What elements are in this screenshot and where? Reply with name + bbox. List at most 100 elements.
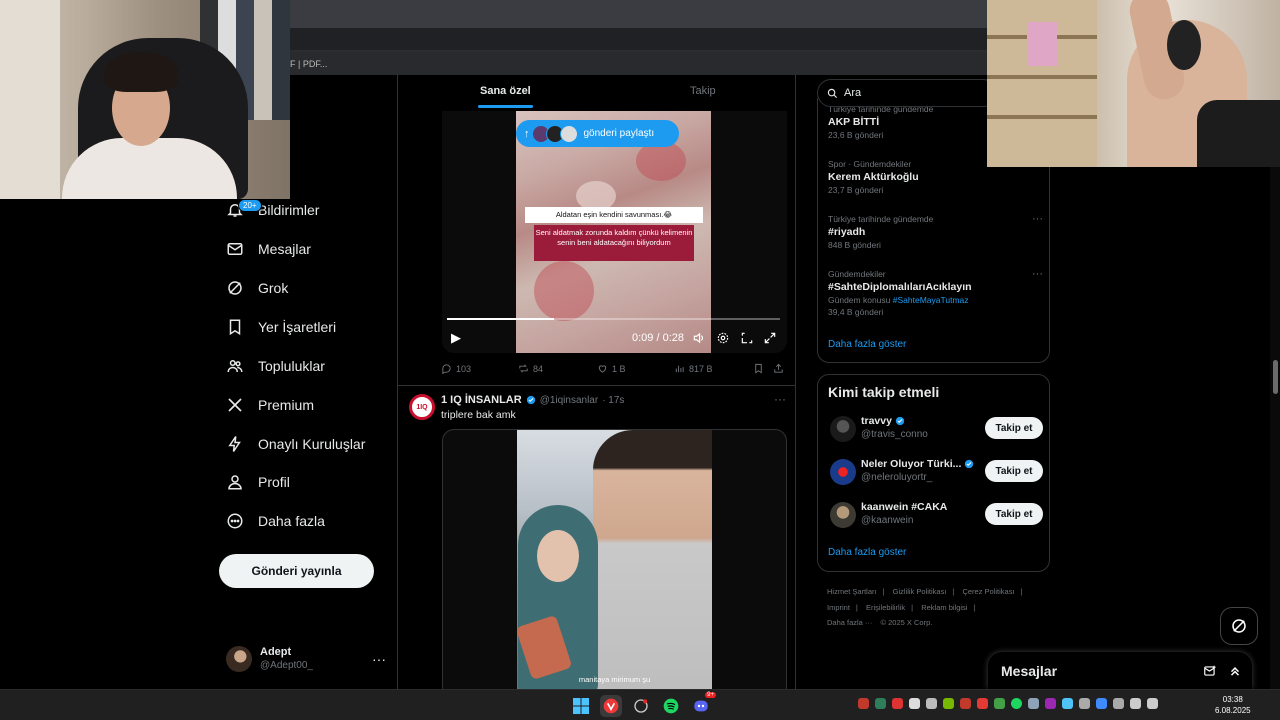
account-name: Adept (260, 646, 292, 658)
tweet-timestamp[interactable]: · 17s (602, 395, 624, 406)
steam-icon[interactable] (1028, 698, 1039, 709)
nav-bookmarks[interactable]: Yer İşaretleri (226, 311, 336, 343)
footer-accessibility-link[interactable]: Erişilebilirlik (866, 603, 905, 612)
video-progress-bar[interactable] (447, 318, 780, 320)
tray-app-icon[interactable] (977, 698, 988, 709)
scrollbar-thumb[interactable] (1273, 360, 1278, 394)
reply-button[interactable]: 103 (441, 363, 471, 374)
repost-button[interactable]: 84 (518, 363, 543, 374)
footer-privacy-link[interactable]: Gizlilik Politikası (893, 587, 947, 596)
picture-in-picture-icon[interactable] (740, 331, 754, 345)
trend-item[interactable]: Türkiye tarihinde gündemde #riyadh 848 B… (828, 213, 1043, 251)
tray-app-icon[interactable] (1062, 698, 1073, 709)
tray-app-icon[interactable] (875, 698, 886, 709)
follow-button[interactable]: Takip et (985, 503, 1043, 525)
footer-tos-link[interactable]: Hizmet Şartları (827, 587, 877, 596)
follow-suggestion[interactable]: Neler Oluyor Türki... @neleroluyortr_ Ta… (828, 457, 1043, 487)
reposted-by-pill[interactable]: ↑ gönderi paylaştı (516, 120, 679, 147)
follow-button[interactable]: Takip et (985, 417, 1043, 439)
tray-app-icon[interactable] (960, 698, 971, 709)
nav-more-label: Daha fazla (258, 513, 325, 529)
avatar[interactable] (830, 416, 856, 442)
nav-grok[interactable]: Grok (226, 272, 288, 304)
video-player[interactable]: manitaya mirimum şu (442, 429, 787, 689)
windows-start-icon[interactable] (570, 695, 592, 717)
account-more-icon[interactable]: ··· (372, 651, 386, 667)
follow-suggestion[interactable]: kaanwein #CAKA @kaanwein Takip et (828, 500, 1043, 530)
nav-profile[interactable]: Profil (226, 466, 290, 498)
tray-app-icon[interactable] (994, 698, 1005, 709)
tray-app-icon[interactable] (1045, 698, 1056, 709)
grok-floating-button[interactable] (1220, 607, 1258, 645)
page-scrollbar[interactable] (1270, 75, 1280, 689)
nav-premium[interactable]: Premium (226, 389, 314, 421)
heart-icon (598, 365, 607, 373)
like-button[interactable]: 1 B (597, 363, 626, 374)
footer-ads-link[interactable]: Reklam bilgisi (921, 603, 967, 612)
nav-messages[interactable]: Mesajlar (226, 233, 311, 265)
footer-more-link[interactable]: Daha fazla ··· (827, 618, 872, 627)
volume-icon[interactable] (1147, 698, 1158, 709)
tweet-more-icon[interactable]: ··· (774, 392, 786, 406)
nav-communities[interactable]: Topluluklar (226, 350, 325, 382)
tweet-author-name[interactable]: 1 IQ İNSANLAR (441, 394, 522, 406)
tray-app-icon[interactable] (909, 698, 920, 709)
discord-icon[interactable]: 9+ (690, 692, 716, 717)
footer-cookies-link[interactable]: Çerez Politikası (962, 587, 1014, 596)
tray-app-icon[interactable] (926, 698, 937, 709)
avatar[interactable] (830, 502, 856, 528)
nvidia-icon[interactable] (943, 698, 954, 709)
spotify-tray-icon[interactable] (1011, 698, 1022, 709)
browser-address-bar[interactable] (290, 28, 990, 50)
network-icon[interactable] (1130, 698, 1141, 709)
microphone-icon[interactable] (1113, 698, 1124, 709)
video-player[interactable]: ↑ gönderi paylaştı Aldatan eşin kendini … (442, 111, 787, 353)
account-switcher[interactable]: Adept @Adept00_ ··· (226, 643, 386, 675)
avatar[interactable] (830, 459, 856, 485)
footer-imprint-link[interactable]: Imprint (827, 603, 850, 612)
who-to-follow-show-more-link[interactable]: Daha fazla göster (828, 547, 906, 558)
bookmark-button[interactable] (753, 363, 764, 374)
new-message-icon[interactable] (1203, 664, 1217, 678)
messages-drawer[interactable]: Mesajlar (988, 652, 1252, 689)
discord-badge: 9+ (705, 692, 716, 698)
play-icon[interactable]: ▶ (451, 330, 465, 346)
nav-more[interactable]: Daha fazla (226, 505, 325, 537)
tray-app-icon[interactable] (858, 698, 869, 709)
vivaldi-browser-icon[interactable] (600, 695, 622, 717)
usb-icon[interactable] (1079, 698, 1090, 709)
trend-topic-link[interactable]: #SahteMayaTutmaz (893, 295, 969, 305)
follow-suggestion[interactable]: travvy @travis_conno Takip et (828, 414, 1043, 444)
taskbar-clock[interactable]: 03:38 6.08.2025 (1215, 694, 1251, 716)
tray-app-icon[interactable] (892, 698, 903, 709)
fullscreen-icon[interactable] (763, 331, 777, 345)
trends-show-more-link[interactable]: Daha fazla göster (828, 339, 906, 350)
nav-verified-orgs[interactable]: Onaylı Kuruluşlar (226, 428, 365, 460)
trend-item[interactable]: Gündemdekiler #SahteDiplomalılarıAcıklay… (828, 268, 1043, 318)
bookmarks-bar[interactable]: F | PDF... (290, 52, 990, 75)
share-button[interactable] (773, 363, 784, 374)
trend-count: 39,4 B gönderi (828, 307, 884, 317)
browser-tab-bar[interactable] (290, 0, 990, 28)
volume-icon[interactable] (692, 331, 706, 345)
views-button[interactable]: 817 B (674, 363, 713, 374)
clock-date: 6.08.2025 (1215, 706, 1251, 715)
spotify-icon[interactable] (660, 695, 682, 717)
trend-more-icon[interactable]: ··· (1032, 213, 1043, 225)
trend-more-icon[interactable]: ··· (1032, 268, 1043, 280)
search-box[interactable]: Ara (817, 79, 997, 107)
bluetooth-icon[interactable] (1096, 698, 1107, 709)
bookmark-item[interactable]: F | PDF... (290, 59, 327, 69)
tab-following[interactable]: Takip (690, 85, 716, 97)
search-input[interactable]: Ara (844, 87, 861, 99)
tweet[interactable]: 1IQ 1 IQ İNSANLAR @1iqinsanlar · 17s ···… (398, 386, 795, 689)
nav-notifications-label: Bildirimler (258, 202, 320, 218)
tweet-author-handle[interactable]: @1iqinsanlar (540, 395, 599, 406)
app-icon[interactable] (630, 695, 652, 717)
settings-gear-icon[interactable] (716, 331, 730, 345)
tab-for-you[interactable]: Sana özel (478, 85, 533, 108)
chevron-up-icon[interactable] (1228, 664, 1242, 678)
post-button[interactable]: Gönderi yayınla (219, 554, 374, 588)
avatar[interactable]: 1IQ (409, 394, 435, 420)
follow-button[interactable]: Takip et (985, 460, 1043, 482)
